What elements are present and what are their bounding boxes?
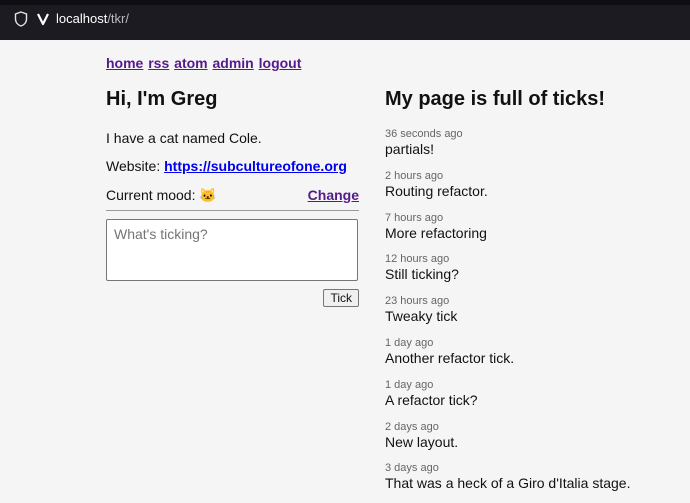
tick-time: 1 day ago [385,336,434,349]
tick-text: That was a heck of a Giro d'Italia stage… [385,475,631,492]
feed-panel: My page is full of ticks! 36 seconds ago… [385,88,685,491]
tick-time: 12 hours ago [385,253,450,266]
mood-row: Current mood: 🐱 Change [106,187,359,204]
tick-text: Tweaky tick [385,308,458,325]
tick-item: 2 days ago New layout. [385,420,685,462]
website-label: Website: [106,158,161,174]
address-bar[interactable]: localhost/tkr/ [56,11,129,26]
tab-strip [0,0,690,5]
tick-item: 36 seconds ago partials! [385,127,685,169]
tick-text: Routing refactor. [385,182,488,199]
profile-bio: I have a cat named Cole. [106,130,262,146]
tick-text: A refactor tick? [385,391,478,408]
browser-logo-icon [37,13,49,26]
feed-title: My page is full of ticks! [385,88,606,110]
tick-time: 1 day ago [385,378,434,391]
change-mood-link[interactable]: Change [308,187,359,203]
tick-input[interactable] [106,219,358,281]
tick-text: More refactoring [385,224,487,241]
tick-time: 23 hours ago [385,295,450,308]
tick-item: 2 hours ago Routing refactor. [385,169,685,211]
tick-text: Another refactor tick. [385,349,515,366]
tick-time: 2 hours ago [385,169,444,182]
tick-item: 23 hours ago Tweaky tick [385,294,685,336]
nav-admin-link[interactable]: admin [213,55,254,71]
tick-item: 1 day ago Another refactor tick. [385,336,685,378]
url-path: /tkr/ [107,11,129,26]
nav-home-link[interactable]: home [106,55,143,71]
tick-button[interactable]: Tick [323,289,359,307]
mood-label: Current mood: [106,187,196,203]
profile-greeting: Hi, I'm Greg [106,88,218,110]
tick-item: 7 hours ago More refactoring [385,211,685,253]
tick-item: 12 hours ago Still ticking? [385,252,685,294]
tick-list: 36 seconds ago partials! 2 hours ago Rou… [385,127,685,503]
nav-atom-link[interactable]: atom [174,55,207,71]
mood-emoji: 🐱 [199,187,217,203]
url-host: localhost [56,11,108,26]
tick-time: 7 hours ago [385,211,444,224]
tick-time: 36 seconds ago [385,128,463,140]
shield-icon[interactable] [14,11,28,27]
top-nav: home rss atom admin logout [106,55,302,71]
profile-panel: Hi, I'm Greg I have a cat named Cole. We… [106,88,359,307]
nav-rss-link[interactable]: rss [148,55,169,71]
tick-text: New layout. [385,433,459,450]
tick-text: Still ticking? [385,266,459,283]
nav-logout-link[interactable]: logout [259,55,302,71]
divider [106,210,359,211]
tick-time: 3 days ago [385,462,439,475]
website-link[interactable]: https://subcultureofone.org [164,158,347,174]
profile-website: Website: https://subcultureofone.org [106,158,347,174]
tick-time: 2 days ago [385,420,439,433]
tick-text: partials! [385,141,435,157]
tick-item: 1 day ago A refactor tick? [385,378,685,420]
page-content: home rss atom admin logout Hi, I'm Greg … [0,40,690,497]
browser-toolbar: localhost/tkr/ [0,0,690,40]
